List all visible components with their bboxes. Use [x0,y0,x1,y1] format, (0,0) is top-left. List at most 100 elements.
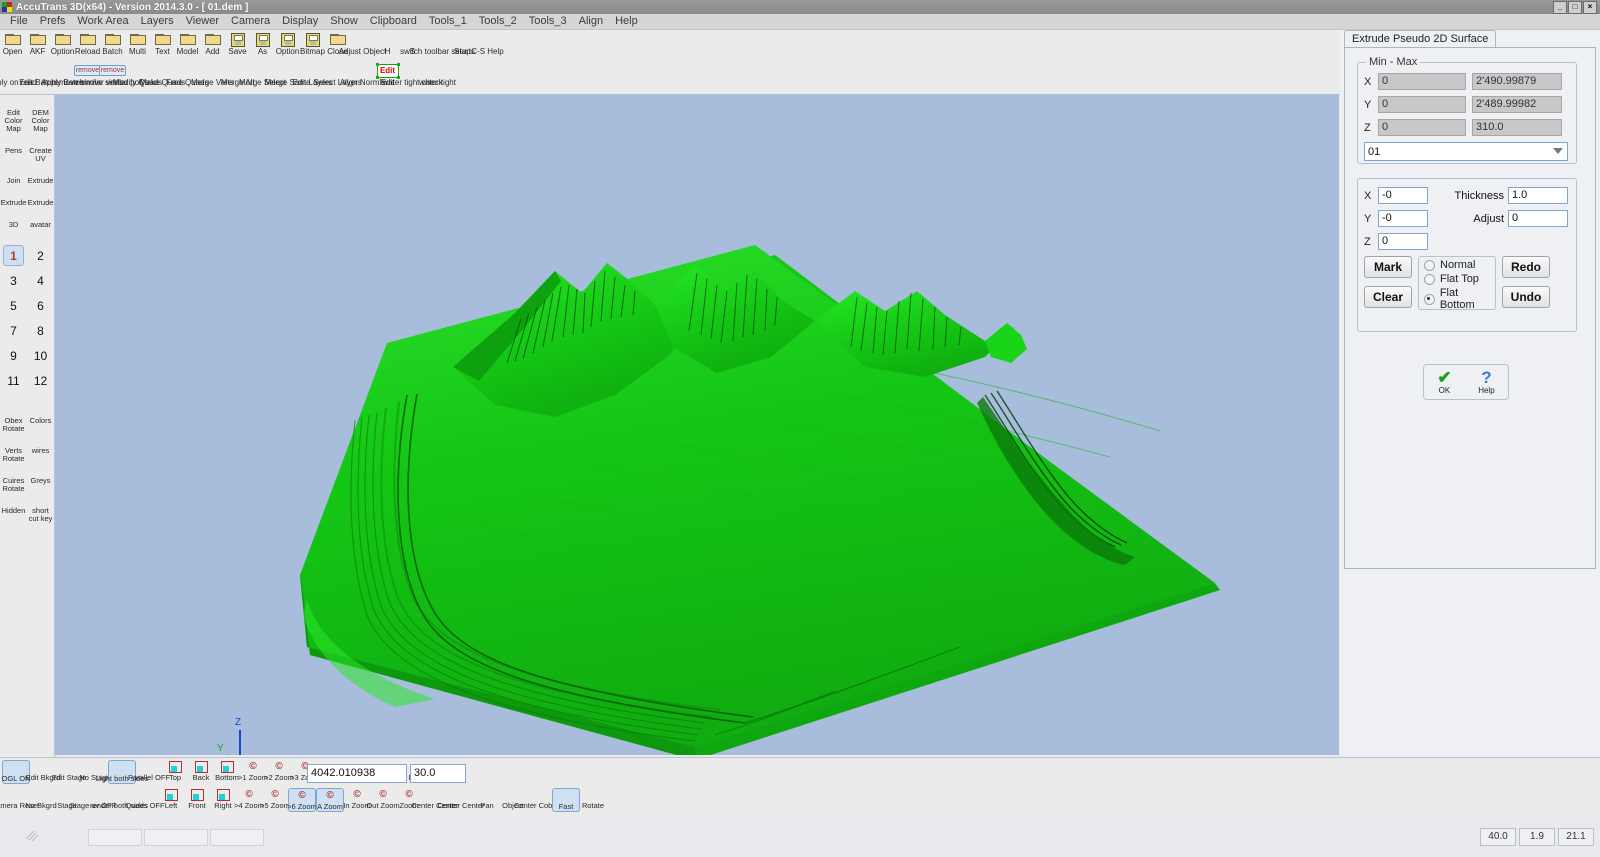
radio-flat-top[interactable]: Flat Top [1424,273,1495,285]
minimize-button[interactable]: _ [1553,0,1567,14]
3d-viewport[interactable]: Z X Y [55,95,1339,755]
bottom-button-center-cobject[interactable]: Center Cobject [514,788,564,810]
toolbar-button-model[interactable]: Model [175,32,200,56]
left-button-short-cut-key[interactable]: short cut key [28,493,54,523]
menu-item-tools-2[interactable]: Tools_2 [473,14,523,29]
layer-select-combo[interactable]: 01 [1364,142,1568,161]
toolbar-button-reload[interactable]: Reload [75,32,100,56]
toolbar-button-as[interactable]: As [250,32,275,56]
menu-item-help[interactable]: Help [609,14,644,29]
layer-button-2[interactable]: 2 [27,243,54,268]
bottom-button--2-zoom[interactable]: © >2 Zoom [264,760,294,782]
bottom-button--4-zoom[interactable]: © >4 Zoom [234,788,264,810]
left-button-verts-rotate[interactable]: Verts Rotate [1,433,27,463]
clear-button[interactable]: Clear [1364,286,1412,308]
maximize-button[interactable]: □ [1568,0,1582,14]
left-button-obex-rotate[interactable]: Obex Rotate [1,403,27,433]
bottom-button-a-zoom[interactable]: © A Zoom [316,788,344,812]
toolbar-button-text[interactable]: Text [150,32,175,56]
bottom-button--5-zoom[interactable]: © >5 Zoom [260,788,290,810]
left-button-extrude[interactable]: Extrude [1,185,27,207]
left-button-join[interactable]: Join [1,163,27,185]
layer-button-3[interactable]: 3 [0,268,27,293]
bottom-button-out-zoom[interactable]: © Out Zoom [366,788,399,810]
radio-flat-bottom[interactable]: Flat Bottom [1424,287,1495,311]
toolbar-button-save[interactable]: Save [225,32,250,56]
left-button-cuires-rotate[interactable]: Cuires Rotate [1,463,27,493]
layer-button-12[interactable]: 12 [27,368,54,393]
menu-item-tools-1[interactable]: Tools_1 [423,14,473,29]
layer-button-11[interactable]: 11 [0,368,27,393]
left-button-dem-color-map[interactable]: DEM Color Map [28,95,54,133]
left-button-create-uv[interactable]: Create UV [28,133,54,163]
bottom-button-pan[interactable]: Pan [474,788,500,810]
toolbar-button-h[interactable]: H [375,32,400,56]
close-button[interactable]: × [1583,0,1597,14]
extrude-z-input[interactable]: 0 [1378,233,1428,250]
layer-button-8[interactable]: 8 [27,318,54,343]
bottom-button-center-center[interactable]: Center Center [437,788,484,810]
toolbar-button-open[interactable]: Open [0,32,25,56]
menu-item-layers[interactable]: Layers [135,14,180,29]
menu-item-display[interactable]: Display [276,14,324,29]
left-button-edit-color-map[interactable]: Edit Color Map [1,95,27,133]
bottom-button-left[interactable]: Left [158,788,184,810]
toolbar-button-adjust-object[interactable]: Adjust Object [339,32,387,56]
layer-button-1[interactable]: 1 [3,245,24,266]
bottom-button-right[interactable]: Right [210,788,236,810]
layer-button-9[interactable]: 9 [0,343,27,368]
toolbar-button-option[interactable]: Option [50,32,75,56]
camera-distance-input[interactable]: 4042.010938 [307,764,407,783]
left-button-pens[interactable]: Pens [1,133,27,163]
menu-item-tools-3[interactable]: Tools_3 [523,14,573,29]
bottom-button--1-zoom[interactable]: © >1 Zoom [238,760,268,782]
toolbar-button-c-s-help[interactable]: C-S Help [471,32,503,56]
bottom-button-fast[interactable]: Fast [552,788,580,812]
left-button-3d[interactable]: 3D [1,207,27,229]
left-button-extrude[interactable]: Extrude [28,163,54,185]
toolbar-button-water-tight[interactable]: water tight [419,63,456,87]
help-button[interactable]: ? Help [1478,369,1494,395]
bottom-button--6-zoom[interactable]: © >6 Zoom [287,788,317,812]
left-button-colors[interactable]: Colors [28,403,54,433]
mark-button[interactable]: Mark [1364,256,1412,278]
menu-item-viewer[interactable]: Viewer [180,14,225,29]
toolbar-button-add[interactable]: Add [200,32,225,56]
bottom-button-front[interactable]: Front [184,788,210,810]
menu-item-clipboard[interactable]: Clipboard [364,14,423,29]
bottom-button-no-bkgrd[interactable]: No Bkgrd [25,788,56,810]
toolbar-button-option[interactable]: Option [275,32,300,56]
left-button-wires[interactable]: wires [28,433,54,463]
layer-button-5[interactable]: 5 [0,293,27,318]
layer-button-6[interactable]: 6 [27,293,54,318]
bottom-button-rotate[interactable]: Rotate [580,788,606,810]
bottom-button-bottom[interactable]: Bottom [214,760,240,782]
toolbar-button-switch-toolbar-setups[interactable]: switch toolbar setups [400,32,475,56]
toolbar-button-multi[interactable]: Multi [125,32,150,56]
toolbar-button-bitmap[interactable]: Bitmap [300,32,325,56]
redo-button[interactable]: Redo [1502,256,1550,278]
toolbar-button-akf[interactable]: AKF [25,32,50,56]
menu-item-file[interactable]: File [4,14,34,29]
menu-item-show[interactable]: Show [324,14,364,29]
fov-input[interactable]: 30.0 [410,764,466,783]
undo-button[interactable]: Undo [1502,286,1550,308]
extrude-y-input[interactable]: -0 [1378,210,1428,227]
bottom-button-edit-stage[interactable]: Edit Stage [52,760,87,782]
ok-button[interactable]: ✔ OK [1437,369,1451,395]
bottom-button-back[interactable]: Back [188,760,214,782]
left-button-greys[interactable]: Greys [28,463,54,493]
toolbar-button-align-normls[interactable]: Align Normls [340,63,385,87]
adjust-input[interactable]: 0 [1508,210,1568,227]
bottom-button-top[interactable]: Top [162,760,188,782]
left-button-hidden[interactable]: Hidden [1,493,27,523]
left-button-extrude[interactable]: Extrude [28,185,54,207]
thickness-input[interactable]: 1.0 [1508,187,1568,204]
menu-item-work-area[interactable]: Work Area [71,14,134,29]
menu-item-prefs[interactable]: Prefs [34,14,72,29]
tab-extrude-pseudo-2d-surface[interactable]: Extrude Pseudo 2D Surface [1344,30,1497,48]
extrude-x-input[interactable]: -0 [1378,187,1428,204]
layer-button-10[interactable]: 10 [27,343,54,368]
menu-item-align[interactable]: Align [573,14,609,29]
bottom-button-quads-off[interactable]: Quads OFF [125,788,164,810]
